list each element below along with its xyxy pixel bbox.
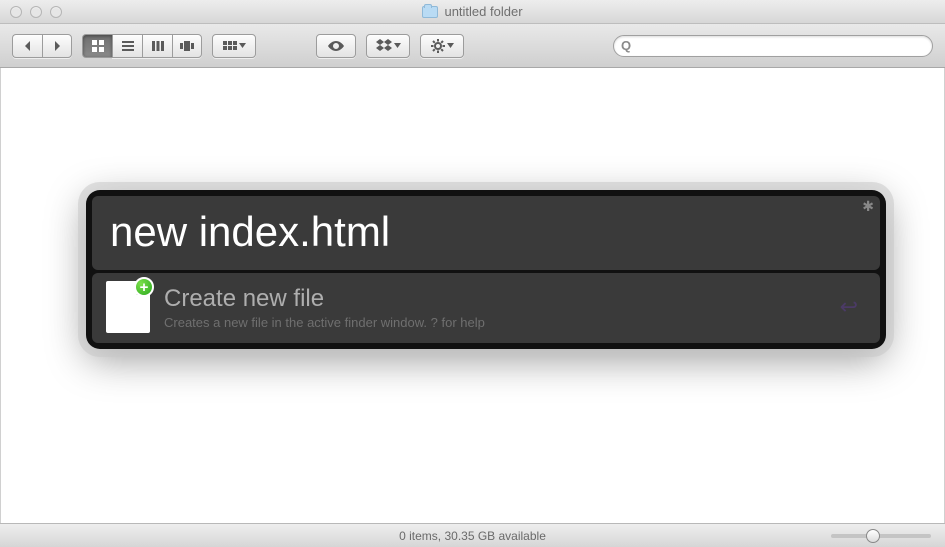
traffic-lights	[0, 6, 62, 18]
result-text: Create new file Creates a new file in th…	[164, 285, 826, 330]
zoom-thumb[interactable]	[866, 529, 880, 543]
forward-button[interactable]	[42, 34, 72, 58]
chevron-down-icon	[394, 43, 401, 48]
zoom-track	[831, 534, 931, 538]
result-title: Create new file	[164, 285, 826, 313]
result-subtitle: Creates a new file in the active finder …	[164, 315, 826, 330]
list-view-button[interactable]	[112, 34, 142, 58]
search-icon: Q	[621, 38, 631, 53]
status-text: 0 items, 30.35 GB available	[399, 529, 546, 543]
chevron-down-icon	[447, 43, 454, 48]
icon-view-button[interactable]	[82, 34, 112, 58]
dropbox-icon	[376, 39, 392, 53]
return-key-icon: ↩	[840, 294, 866, 320]
status-bar: 0 items, 30.35 GB available	[0, 523, 945, 547]
plus-badge-icon: +	[134, 277, 154, 297]
minimize-window-button[interactable]	[30, 6, 42, 18]
launcher-result[interactable]: + Create new file Creates a new file in …	[92, 273, 880, 343]
window-titlebar: untitled folder	[0, 0, 945, 24]
zoom-slider[interactable]	[831, 529, 931, 543]
launcher-input-row	[92, 196, 880, 270]
window-title-wrap: untitled folder	[0, 4, 945, 19]
view-segment	[82, 34, 202, 58]
arrange-icon	[223, 41, 237, 51]
search-input[interactable]	[613, 35, 933, 57]
gear-icon	[431, 39, 445, 53]
dropbox-button[interactable]	[366, 34, 410, 58]
columns-icon	[152, 41, 164, 51]
quicklook-button[interactable]	[316, 34, 356, 58]
toolbar: Q	[0, 24, 945, 68]
column-view-button[interactable]	[142, 34, 172, 58]
list-icon	[122, 41, 134, 51]
file-icon: +	[106, 281, 150, 333]
grid-icon	[92, 40, 104, 52]
nav-segment	[12, 34, 72, 58]
coverflow-icon	[180, 41, 194, 51]
coverflow-view-button[interactable]	[172, 34, 202, 58]
folder-icon	[422, 6, 438, 18]
close-window-button[interactable]	[10, 6, 22, 18]
back-button[interactable]	[12, 34, 42, 58]
arrange-button[interactable]	[212, 34, 256, 58]
chevron-down-icon	[239, 43, 246, 48]
search-wrap: Q	[613, 35, 933, 57]
launcher-popup: ✱ + Create new file Creates a new file i…	[86, 190, 886, 349]
window-title: untitled folder	[444, 4, 522, 19]
chevron-left-icon	[23, 40, 32, 52]
zoom-window-button[interactable]	[50, 6, 62, 18]
launcher-input[interactable]	[110, 208, 862, 256]
popup-settings-icon[interactable]: ✱	[862, 198, 874, 215]
chevron-right-icon	[53, 40, 62, 52]
eye-icon	[327, 41, 345, 51]
action-button[interactable]	[420, 34, 464, 58]
